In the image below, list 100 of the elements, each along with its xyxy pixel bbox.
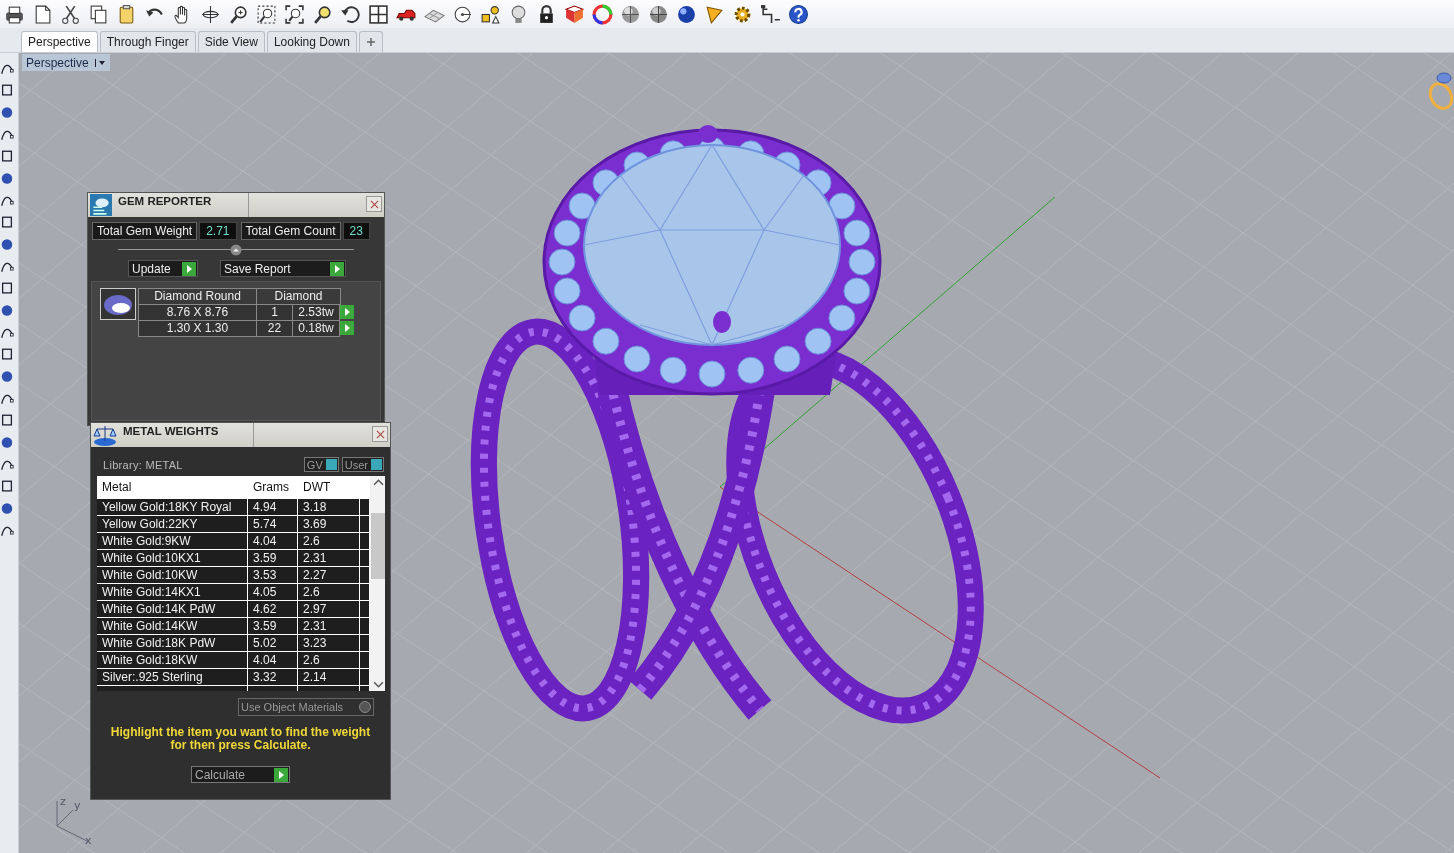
library-toggle[interactable]: GV: [303, 457, 339, 472]
table-cell[interactable]: 2.31: [298, 618, 360, 635]
table-cell[interactable]: Yellow Gold:18KY Royal: [97, 499, 248, 516]
plus-icon[interactable]: [365, 37, 376, 47]
select-button[interactable]: [340, 305, 354, 319]
dimension-icon[interactable]: [760, 3, 781, 25]
scale-icon: [93, 423, 117, 447]
table-cell: [360, 533, 370, 550]
table-cell: [360, 516, 370, 533]
cone-icon[interactable]: [704, 3, 725, 25]
four-viewports-icon[interactable]: [368, 3, 389, 25]
table-cell: [360, 618, 370, 635]
table-cell[interactable]: 3.59: [248, 550, 298, 567]
table-cell[interactable]: 2.6: [298, 533, 360, 550]
viewport-tab[interactable]: Side View: [197, 31, 265, 52]
table-cell[interactable]: White Gold:9KW: [97, 533, 248, 550]
table-cell[interactable]: White Gold:18KW: [97, 652, 248, 669]
sphere-icon[interactable]: [648, 3, 669, 25]
action-button[interactable]: Save Report: [220, 260, 346, 277]
copy-icon[interactable]: [88, 3, 109, 25]
gem-icon: [100, 288, 136, 320]
table-cell: 0.18tw: [292, 320, 340, 337]
zoom-icon[interactable]: [228, 3, 249, 25]
total-label: Total Gem Weight: [92, 222, 198, 240]
table-cell[interactable]: 3.23: [298, 635, 360, 652]
total-value: 23: [342, 222, 370, 240]
collapse-handle[interactable]: [230, 244, 242, 256]
shapes-icon[interactable]: [480, 3, 501, 25]
scrollbar-thumb[interactable]: [371, 513, 385, 579]
table-cell[interactable]: 3.59: [248, 618, 298, 635]
table-cell: [360, 499, 370, 516]
scrollbar[interactable]: [370, 476, 385, 691]
table-cell[interactable]: 3.53: [248, 567, 298, 584]
table-cell[interactable]: White Gold:18K PdW: [97, 635, 248, 652]
table-cell[interactable]: 4.94: [248, 499, 298, 516]
table-cell: [360, 669, 370, 686]
table-cell[interactable]: 2.14: [298, 669, 360, 686]
table-cell: 22: [256, 320, 293, 337]
gem-list-icon: [90, 194, 112, 216]
table-cell[interactable]: Yellow Gold:22KY: [97, 516, 248, 533]
axis-label: z: [60, 796, 66, 808]
instruction-text: Highlight the item you want to find the weight for then press Calculate.: [109, 726, 372, 752]
rotate-view-icon[interactable]: [340, 3, 361, 25]
panel-title: METAL WEIGHTS: [121, 423, 254, 447]
table-cell: [360, 584, 370, 601]
table-cell[interactable]: 4.04: [248, 652, 298, 669]
sphere-icon[interactable]: [676, 3, 697, 25]
table-cell[interactable]: 2.31: [298, 550, 360, 567]
viewport-label[interactable]: Perspective: [22, 54, 110, 71]
table-cell[interactable]: White Gold:14KW: [97, 618, 248, 635]
table-cell[interactable]: 3.69: [298, 516, 360, 533]
table-cell[interactable]: [248, 686, 298, 691]
table-cell[interactable]: 2.6: [298, 652, 360, 669]
viewport-tab[interactable]: Perspective: [21, 31, 98, 52]
calculate-button[interactable]: Calculate: [191, 766, 290, 783]
table-cell[interactable]: 4.62: [248, 601, 298, 618]
help-icon[interactable]: [788, 3, 809, 25]
table-cell[interactable]: White Gold:10KX1: [97, 550, 248, 567]
table-cell[interactable]: 3.18: [298, 499, 360, 516]
table-cell[interactable]: 5.74: [248, 516, 298, 533]
layers-icon[interactable]: [564, 3, 585, 25]
table-cell[interactable]: 5.02: [248, 635, 298, 652]
table-cell[interactable]: White Gold:14KX1: [97, 584, 248, 601]
table-cell[interactable]: [298, 686, 360, 691]
table-cell[interactable]: White Gold:14K PdW: [97, 601, 248, 618]
radio-button[interactable]: [359, 701, 371, 713]
scissors-icon[interactable]: [60, 3, 81, 25]
panel-title: GEM REPORTER: [116, 193, 249, 217]
table-cell[interactable]: White Gold:10KW: [97, 567, 248, 584]
table-cell[interactable]: 3.32: [248, 669, 298, 686]
table-cell[interactable]: 2.6: [298, 584, 360, 601]
table-cell[interactable]: 2.97: [298, 601, 360, 618]
zoom-icon[interactable]: [312, 3, 333, 25]
table-cell: [360, 567, 370, 584]
total-label: Total Gem Count: [240, 222, 341, 240]
color-wheel-icon[interactable]: [592, 3, 613, 25]
viewport-tab[interactable]: Looking Down: [266, 31, 357, 52]
table-cell: [360, 550, 370, 567]
total-value: 2.71: [199, 222, 237, 240]
caret-icon[interactable]: [94, 58, 106, 67]
table-cell[interactable]: 4.05: [248, 584, 298, 601]
table-cell[interactable]: [97, 686, 248, 691]
table-cell[interactable]: 4.04: [248, 533, 298, 550]
action-button[interactable]: Update: [128, 260, 198, 277]
table-cell[interactable]: Silver:.925 Sterling: [97, 669, 248, 686]
library-label: Library: METAL: [103, 458, 183, 471]
viewport-tab[interactable]: Through Finger: [99, 31, 196, 52]
axis-label: x: [85, 834, 92, 846]
select-button[interactable]: [340, 321, 354, 335]
add-tab-button[interactable]: [358, 31, 383, 52]
sphere-icon[interactable]: [620, 3, 641, 25]
table-cell: [360, 601, 370, 618]
table-cell: 1.30 X 1.30: [138, 320, 257, 337]
library-toggle[interactable]: User: [341, 457, 384, 472]
rotate-icon[interactable]: [200, 3, 221, 25]
zoom-extents-icon[interactable]: [284, 3, 305, 25]
use-object-materials-option[interactable]: Use Object Materials: [238, 698, 374, 716]
table-cell[interactable]: 2.27: [298, 567, 360, 584]
zoom-window-icon[interactable]: [256, 3, 277, 25]
axis-label: y: [74, 799, 81, 812]
